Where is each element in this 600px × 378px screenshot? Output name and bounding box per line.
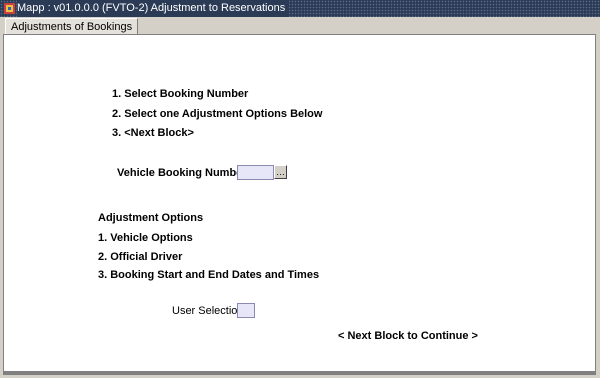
instruction-1: 1. Select Booking Number xyxy=(112,88,249,100)
booking-lov-button[interactable]: … xyxy=(274,165,287,179)
window-title: Mapp : v01.0.0.0 (FVTO-2) Adjustment to … xyxy=(17,0,290,17)
tab-adjustments-of-bookings[interactable]: Adjustments of Bookings xyxy=(5,18,139,35)
booking-number-label: Vehicle Booking Number xyxy=(117,167,247,179)
option-dates: 3. Booking Start and End Dates and Times xyxy=(98,269,320,281)
booking-number-input[interactable] xyxy=(237,165,274,180)
panel-bottom-border xyxy=(3,372,596,375)
adjustment-options-heading: Adjustment Options xyxy=(98,212,204,224)
tab-strip: Adjustments of Bookings xyxy=(0,17,600,35)
user-selection-input[interactable] xyxy=(237,303,255,318)
instruction-2: 2. Select one Adjustment Options Below xyxy=(112,108,323,120)
option-vehicle: 1. Vehicle Options xyxy=(98,232,193,244)
next-block-hint: < Next Block to Continue > xyxy=(338,330,478,342)
main-panel xyxy=(3,34,596,372)
window-titlebar: Mapp : v01.0.0.0 (FVTO-2) Adjustment to … xyxy=(0,0,600,17)
option-driver: 2. Official Driver xyxy=(98,251,183,263)
instruction-3: 3. <Next Block> xyxy=(112,127,194,139)
user-selection-label: User Selection xyxy=(172,305,244,317)
app-icon xyxy=(4,3,15,14)
